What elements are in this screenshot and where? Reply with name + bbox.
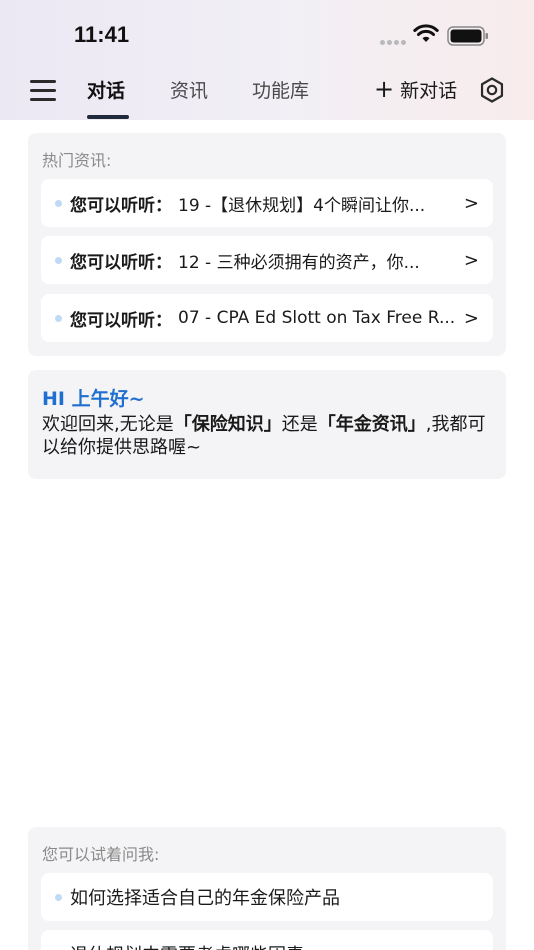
news-prefix: 您可以听听：	[70, 195, 172, 216]
news-item[interactable]: 您可以听听： 12 - 三种必须拥有的资产，你... >	[41, 236, 493, 284]
battery-icon	[447, 26, 488, 46]
tab-chat[interactable]: 对话	[87, 76, 125, 103]
greeting-highlight: 「年金资讯」	[317, 414, 426, 435]
hot-news-title: 热门资讯:	[42, 151, 112, 170]
hot-news-card: 热门资讯: 您可以听听： 19 -【退休规划】4个瞬间让你... > 您可以听听…	[28, 133, 506, 356]
news-item[interactable]: 您可以听听： 19 -【退休规划】4个瞬间让你... >	[41, 179, 493, 227]
news-title: 12 - 三种必须拥有的资产，你...	[178, 252, 420, 273]
chevron-right-icon: >	[463, 192, 479, 214]
greeting-text: 欢迎回来,无论是	[42, 414, 174, 435]
menu-icon[interactable]	[30, 78, 56, 102]
news-item[interactable]: 您可以听听： 07 - CPA Ed Slott on Tax Free R..…	[41, 294, 493, 342]
suggested-question[interactable]: 退休规划中需要考虑哪些因素	[41, 930, 493, 950]
settings-icon[interactable]	[478, 76, 506, 104]
news-title: 07 - CPA Ed Slott on Tax Free R...	[178, 308, 456, 328]
tab-feature-library[interactable]: 功能库	[252, 76, 309, 103]
tab-news[interactable]: 资讯	[170, 76, 208, 103]
bullet-dot-icon	[55, 893, 62, 901]
bullet-dot-icon	[55, 314, 62, 322]
suggested-questions-card: 您可以试着问我: 如何选择适合自己的年金保险产品 退休规划中需要考虑哪些因素	[28, 827, 506, 950]
chevron-right-icon: >	[463, 249, 479, 271]
greeting-card: HI 上午好~ 欢迎回来,无论是「保险知识」还是「年金资讯」,我都可以给你提供思…	[28, 370, 506, 479]
wifi-icon	[413, 24, 439, 42]
greeting-title: HI 上午好~	[42, 388, 145, 410]
bullet-dot-icon	[55, 199, 62, 207]
greeting-highlight: 「保险知识」	[173, 414, 282, 435]
news-title: 19 -【退休规划】4个瞬间让你...	[178, 195, 426, 216]
news-prefix: 您可以听听：	[70, 310, 172, 331]
new-chat-label: 新对话	[400, 80, 458, 102]
suggested-question-text: 如何选择适合自己的年金保险产品	[70, 888, 340, 909]
active-tab-indicator	[87, 115, 129, 119]
new-chat-button[interactable]: + 新对话	[374, 76, 457, 103]
signal-icon	[380, 40, 406, 45]
suggested-question[interactable]: 如何选择适合自己的年金保险产品	[41, 873, 493, 921]
greeting-message: 欢迎回来,无论是「保险知识」还是「年金资讯」,我都可以给你提供思路喔~	[42, 413, 487, 459]
greeting-text: 还是	[281, 414, 318, 435]
suggested-question-text: 退休规划中需要考虑哪些因素	[70, 941, 304, 950]
top-header: 11:41 对话 资讯 功能库 + 新对话	[0, 0, 534, 120]
plus-icon: +	[374, 74, 395, 103]
chevron-right-icon: >	[463, 307, 479, 329]
news-prefix: 您可以听听：	[70, 252, 172, 273]
bullet-dot-icon	[55, 256, 62, 264]
suggested-questions-title: 您可以试着问我:	[42, 845, 160, 864]
status-time: 11:41	[74, 22, 130, 47]
